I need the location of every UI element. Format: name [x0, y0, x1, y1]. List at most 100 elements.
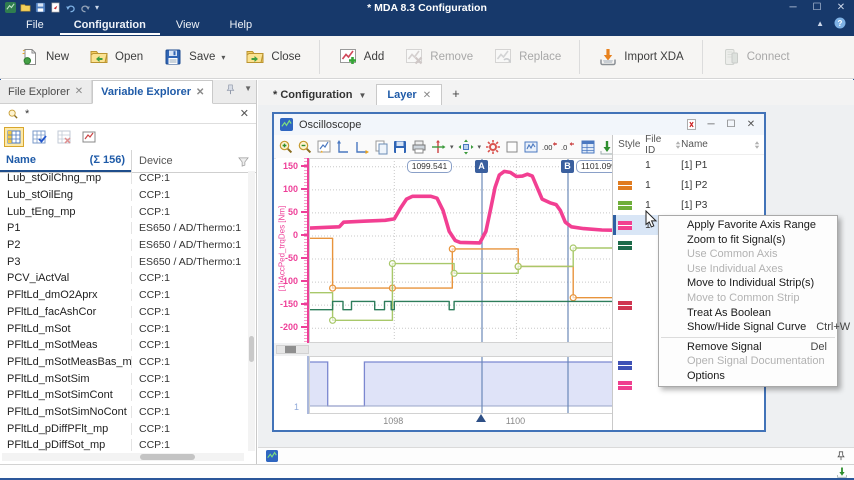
close-tab-icon[interactable]: ✕ [423, 90, 431, 101]
pin-icon[interactable] [836, 451, 846, 461]
cursor-tool-icon[interactable] [430, 139, 446, 155]
menu-item-remove-signal[interactable]: Remove SignalDel [659, 340, 837, 355]
variable-row[interactable]: PFltLd_mSotSimNoContCCP:1 [0, 404, 247, 421]
ribbon-button-open[interactable]: Open [79, 40, 153, 74]
grid-remove-icon[interactable] [55, 128, 73, 146]
tab-layer[interactable]: Layer ✕ [376, 84, 442, 106]
vscrollbar-thumb[interactable] [249, 336, 254, 362]
add-layer-tab-button[interactable]: + [442, 82, 470, 105]
menu-tab-file[interactable]: File [12, 16, 58, 35]
column-header-style[interactable]: Style [618, 139, 645, 150]
menu-item-options[interactable]: Options [659, 369, 837, 384]
close-tab-icon[interactable]: ✕ [196, 87, 204, 98]
column-header-name[interactable]: Name (Σ 156) [0, 150, 131, 172]
signal-row[interactable]: 1[1] P1 [613, 155, 764, 175]
open-folder-icon[interactable] [20, 2, 31, 13]
oscilloscope-mini-icon[interactable] [266, 450, 278, 462]
variable-search-bar[interactable]: * ✕ [0, 104, 256, 124]
qat-more-caret-icon[interactable]: ▾ [95, 3, 99, 12]
variable-row[interactable]: PFltLd_mSotSimCCP:1 [0, 370, 247, 387]
filter-funnel-icon[interactable] [238, 156, 249, 167]
menu-item-apply-favorite-axis-range[interactable]: Apply Favorite Axis Range [659, 218, 837, 233]
strip2-y-axis[interactable]: 1 [276, 356, 309, 414]
search-input[interactable]: * [25, 108, 234, 120]
menu-item-zoom-to-fit-signal-s-[interactable]: Zoom to fit Signal(s) [659, 233, 837, 248]
variable-row[interactable]: PFltLd_mSotSimContCCP:1 [0, 387, 247, 404]
column-header-file-id[interactable]: File ID [645, 134, 681, 156]
maximize-button[interactable]: ☐ [808, 0, 826, 15]
zoom-fit-icon[interactable] [316, 139, 332, 155]
variable-list-hscrollbar[interactable] [2, 453, 244, 461]
menu-tab-view[interactable]: View [162, 16, 214, 35]
cursor-a-value[interactable]: 1099.541 [407, 160, 452, 173]
variable-row[interactable]: PFltLd_facAshCorCCP:1 [0, 304, 247, 321]
hscrollbar-thumb[interactable] [140, 454, 195, 460]
caret-down-icon[interactable]: ▾ [450, 143, 454, 151]
decimal-remove-icon[interactable]: .0 [561, 139, 577, 155]
osc-minimize-button[interactable]: ─ [704, 119, 718, 130]
y-axis[interactable]: [1] AccPed_trqDes [Nm] 150100500-50-100-… [276, 158, 309, 343]
boolean-plot[interactable] [309, 356, 613, 414]
export-doc-icon[interactable] [50, 2, 61, 13]
signal-row[interactable]: 1[1] P2 [613, 175, 764, 195]
minimize-button[interactable]: ─ [784, 0, 802, 15]
tab-variable-explorer[interactable]: Variable Explorer ✕ [92, 80, 213, 104]
close-tab-icon[interactable]: ✕ [75, 86, 83, 97]
print-icon[interactable] [411, 139, 427, 155]
variable-row[interactable]: PFltLd_mSotMeasCCP:1 [0, 337, 247, 354]
collapse-ribbon-icon[interactable]: ▲ [816, 19, 824, 28]
variable-row[interactable]: Lub_stOilEngCCP:1 [0, 187, 247, 204]
oscilloscope-title-bar[interactable]: Oscilloscope ─ ☐ ✕ [274, 114, 764, 136]
variable-row[interactable]: P1ES650 / AD/Thermo:1 [0, 220, 247, 237]
variable-row[interactable]: P3ES650 / AD/Thermo:1 [0, 253, 247, 270]
close-button[interactable]: ✕ [832, 0, 850, 15]
save-icon[interactable] [35, 2, 46, 13]
osc-maximize-button[interactable]: ☐ [724, 119, 738, 130]
ribbon-button-add[interactable]: Add [328, 40, 394, 74]
menu-item-show-hide-signal-curve[interactable]: Show/Hide Signal CurveCtrl+W [659, 320, 837, 335]
y-axis-scrollbar-thumb[interactable] [285, 346, 296, 353]
tab-caret-icon[interactable]: ▼ [358, 91, 366, 100]
ribbon-button-close[interactable]: Close [235, 40, 310, 74]
variable-row[interactable]: P2ES650 / AD/Thermo:1 [0, 237, 247, 254]
export-icon[interactable] [599, 139, 613, 155]
panel-menu-caret-icon[interactable]: ▼ [244, 84, 252, 95]
axis-horizontal-icon[interactable] [354, 139, 370, 155]
menu-item-treat-as-boolean[interactable]: Treat As Boolean [659, 306, 837, 321]
ribbon-button-import-xda[interactable]: Import XDA [588, 40, 693, 74]
column-header-signal-name[interactable]: Name [681, 139, 764, 150]
table-icon[interactable] [580, 139, 596, 155]
caret-down-icon[interactable]: ▾ [478, 143, 482, 151]
signal-row[interactable]: 1[1] P3 [613, 195, 764, 215]
undo-icon[interactable] [65, 2, 76, 13]
y-axis-scrollbar[interactable] [276, 345, 309, 354]
menu-item-move-to-individual-strip-s-[interactable]: Move to Individual Strip(s) [659, 276, 837, 291]
osc-close-button[interactable]: ✕ [744, 119, 758, 130]
column-header-device[interactable]: Device [131, 150, 256, 172]
menu-tab-configuration[interactable]: Configuration [60, 16, 160, 35]
menu-tab-help[interactable]: Help [216, 16, 267, 35]
cursor-a-marker[interactable] [476, 414, 486, 422]
variable-row[interactable]: PCV_iActValCCP:1 [0, 270, 247, 287]
variable-row[interactable]: PFltLd_mSotMeasBas_mpCCP:1 [0, 354, 247, 371]
mini-chart-icon[interactable] [80, 128, 98, 146]
tab-configuration[interactable]: * Configuration ▼ [263, 85, 376, 105]
rect-zoom-icon[interactable] [504, 139, 520, 155]
save-small-icon[interactable] [392, 139, 408, 155]
ribbon-button-new[interactable]: New [10, 40, 79, 74]
help-icon[interactable]: ? [834, 17, 846, 29]
cursor-a-flag[interactable]: A [475, 160, 488, 173]
clear-search-icon[interactable]: ✕ [240, 107, 249, 120]
tab-file-explorer[interactable]: File Explorer ✕ [0, 80, 92, 103]
variable-row[interactable]: Lub_stOilChng_mpCCP:1 [0, 170, 247, 187]
variable-list-vscrollbar[interactable] [248, 171, 255, 451]
ribbon-button-save[interactable]: Save▾ [153, 40, 235, 74]
variable-row[interactable]: Lub_tEng_mpCCP:1 [0, 203, 247, 220]
cursor-b-flag[interactable]: B [561, 160, 574, 173]
variable-row[interactable]: PFltLd_pDiffSot_mpCCP:1 [0, 437, 247, 452]
grid-check-icon[interactable] [30, 128, 48, 146]
signal-frame-icon[interactable] [523, 139, 539, 155]
zoom-out-icon[interactable] [297, 139, 313, 155]
pin-panel-icon[interactable] [225, 84, 236, 95]
copy-icon[interactable] [373, 139, 389, 155]
